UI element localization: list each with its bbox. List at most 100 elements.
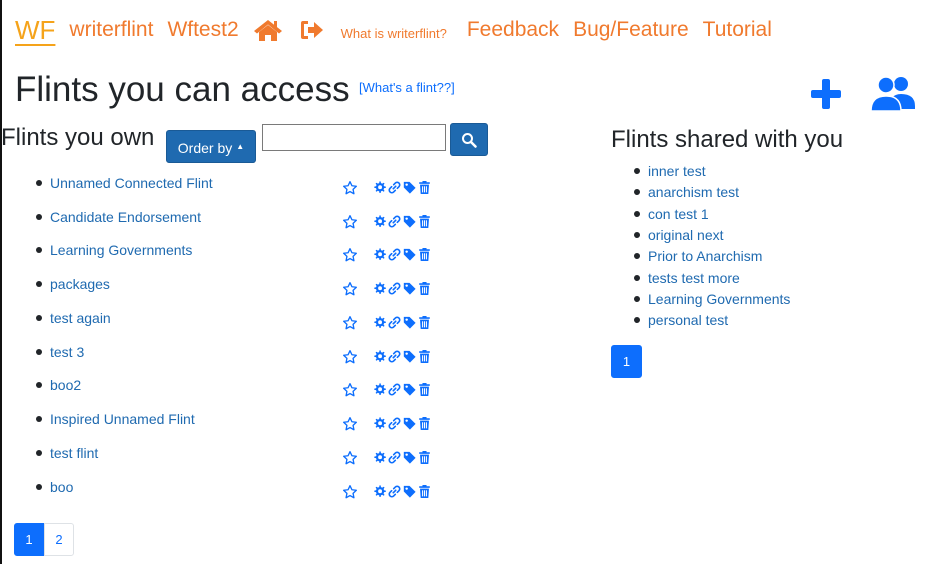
link-icon[interactable] [388,315,401,329]
tag-icon[interactable] [403,451,416,464]
flint-link[interactable]: boo2 [50,377,81,393]
shared-flint-link[interactable]: tests test more [648,270,740,286]
gear-icon[interactable] [373,382,386,396]
list-item: test 3 [36,342,84,362]
flint-link[interactable]: packages [50,276,110,292]
flint-actions [373,314,433,330]
link-icon[interactable] [388,349,401,363]
trash-icon[interactable] [418,484,431,498]
shared-flint-link[interactable]: anarchism test [648,184,739,200]
shared-flint-link[interactable]: Learning Governments [648,291,790,307]
users-icon[interactable] [869,76,917,112]
tag-icon[interactable] [403,485,416,498]
star-icon[interactable] [342,416,358,432]
page-link-2[interactable]: 2 [44,523,74,556]
flint-link[interactable]: Learning Governments [50,242,192,258]
left-edge-divider [0,0,2,564]
whats-a-flint-link[interactable]: [What's a flint??] [359,80,455,95]
tag-icon[interactable] [403,282,416,295]
gear-icon[interactable] [373,416,386,430]
shared-flint-link[interactable]: con test 1 [648,206,709,222]
link-icon[interactable] [388,416,401,430]
flint-actions [373,483,433,499]
link-icon[interactable] [388,281,401,295]
list-item: inner test [634,162,706,180]
page-link-1[interactable]: 1 [14,523,44,556]
bug-feature-link[interactable]: Bug/Feature [573,18,689,42]
link-icon[interactable] [388,180,401,194]
shared-flint-link[interactable]: original next [648,227,724,243]
tag-icon[interactable] [403,248,416,261]
star-icon[interactable] [342,214,358,230]
shared-flint-link[interactable]: personal test [648,312,728,328]
shared-page-link-1[interactable]: 1 [611,345,642,378]
star-icon[interactable] [342,180,358,196]
flint-link[interactable]: Candidate Endorsement [50,209,201,225]
list-item: Learning Governments [634,290,790,308]
flint-link[interactable]: test 3 [50,344,84,360]
gear-icon[interactable] [373,450,386,464]
tag-icon[interactable] [403,215,416,228]
list-item: original next [634,226,724,244]
trash-icon[interactable] [418,349,431,363]
gear-icon[interactable] [373,315,386,329]
bullet [36,484,42,490]
flint-actions [373,179,433,195]
search-input[interactable] [262,124,446,151]
flint-link[interactable]: test again [50,310,111,326]
search-button[interactable] [450,123,488,156]
trash-icon[interactable] [418,281,431,295]
plus-icon[interactable] [809,77,843,111]
shared-flint-link[interactable]: Prior to Anarchism [648,248,762,264]
tag-icon[interactable] [403,316,416,329]
order-by-button[interactable]: Order by ▲ [166,130,256,163]
star-icon[interactable] [342,281,358,297]
tutorial-link[interactable]: Tutorial [703,18,772,42]
star-icon[interactable] [342,315,358,331]
logo-link[interactable]: WF [15,15,55,46]
bullet [634,189,640,196]
shared-flint-link[interactable]: inner test [648,163,706,179]
trash-icon[interactable] [418,180,431,194]
flint-link[interactable]: boo [50,479,73,495]
list-item: boo2 [36,375,81,395]
tag-icon[interactable] [403,417,416,430]
tag-icon[interactable] [403,350,416,363]
gear-icon[interactable] [373,180,386,194]
tag-icon[interactable] [403,383,416,396]
gear-icon[interactable] [373,214,386,228]
bullet [36,450,42,456]
feedback-link[interactable]: Feedback [467,18,559,42]
trash-icon[interactable] [418,247,431,261]
user-link[interactable]: Wftest2 [167,18,238,42]
gear-icon[interactable] [373,281,386,295]
bullet [36,214,42,220]
link-icon[interactable] [388,382,401,396]
star-icon[interactable] [342,247,358,263]
trash-icon[interactable] [418,214,431,228]
flint-link[interactable]: test flint [50,445,98,461]
star-icon[interactable] [342,382,358,398]
link-icon[interactable] [388,484,401,498]
about-link[interactable]: What is writerflint? [341,26,447,41]
gear-icon[interactable] [373,247,386,261]
trash-icon[interactable] [418,315,431,329]
flint-link[interactable]: Inspired Unnamed Flint [50,411,195,427]
home-icon[interactable] [253,18,283,42]
gear-icon[interactable] [373,484,386,498]
link-icon[interactable] [388,247,401,261]
bullet [634,253,640,260]
star-icon[interactable] [342,349,358,365]
site-name-link[interactable]: writerflint [69,18,153,42]
trash-icon[interactable] [418,450,431,464]
tag-icon[interactable] [403,181,416,194]
gear-icon[interactable] [373,349,386,363]
link-icon[interactable] [388,450,401,464]
trash-icon[interactable] [418,382,431,396]
link-icon[interactable] [388,214,401,228]
star-icon[interactable] [342,484,358,500]
star-icon[interactable] [342,450,358,466]
trash-icon[interactable] [418,416,431,430]
sign-out-icon[interactable] [299,19,325,41]
flint-link[interactable]: Unnamed Connected Flint [50,175,213,191]
